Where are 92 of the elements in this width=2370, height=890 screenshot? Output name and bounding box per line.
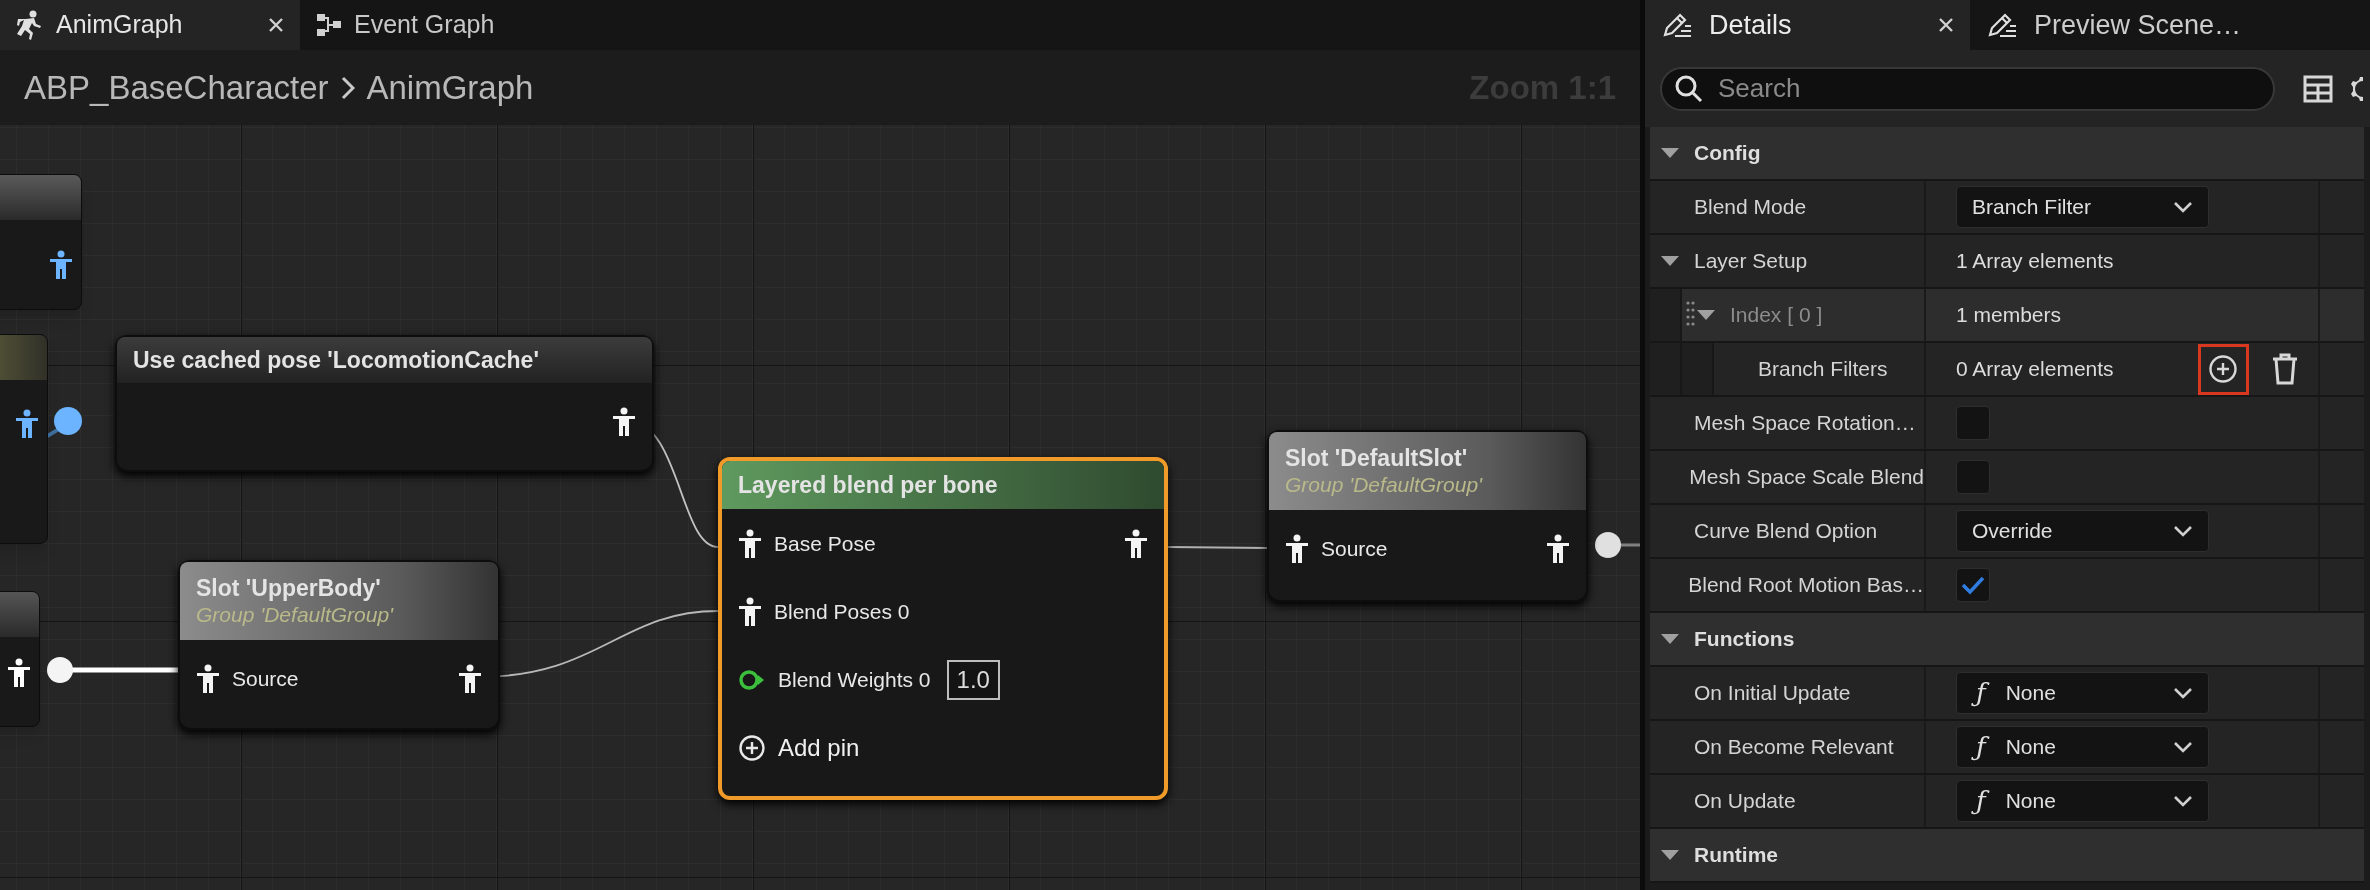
graph-node[interactable]: Layered blend per bone Base Pose Blend Poses 0 Blend Weights 0 1.0 Add pin (718, 457, 1168, 800)
property-label: Index [ 0 ] (1730, 302, 1823, 329)
pose-pin-icon[interactable] (1124, 529, 1148, 559)
editor-tab[interactable]: AnimGraph (0, 0, 300, 50)
graph-node[interactable] (0, 334, 48, 544)
category-header[interactable]: Functions (1650, 613, 2364, 667)
search-icon (1674, 73, 1704, 104)
chevron-right-icon (340, 75, 355, 100)
property-label: Mesh Space Rotation… (1694, 410, 1916, 437)
graph-icon (316, 12, 342, 38)
dropdown[interactable]: ƒ None (1956, 780, 2209, 822)
pose-pin-icon[interactable] (458, 664, 482, 694)
property-label: Layer Setup (1694, 248, 1808, 275)
property-label: Blend Root Motion Bas… (1688, 572, 1924, 599)
table-icon[interactable] (2303, 74, 2333, 103)
close-icon[interactable] (268, 17, 284, 33)
graph-node[interactable]: Use cached pose 'LocomotionCache' (115, 335, 654, 472)
category-header[interactable]: Config (1650, 127, 2364, 181)
pin-connector[interactable] (47, 657, 73, 683)
value-field[interactable]: 1.0 (946, 660, 1000, 700)
property-label: On Initial Update (1694, 680, 1851, 707)
property-label: Curve Blend Option (1694, 518, 1878, 545)
property-label: On Update (1694, 788, 1796, 815)
pose-pin-icon[interactable] (612, 407, 636, 437)
chevron-down-icon (2173, 795, 2193, 807)
breadcrumb-item[interactable]: AnimGraph (366, 62, 534, 113)
pin-label: Blend Poses 0 (774, 599, 910, 626)
node-subtitle: Group 'DefaultGroup' (1285, 472, 1484, 499)
collapse-arrow-icon[interactable] (1660, 147, 1680, 159)
chevron-down-icon (2173, 525, 2193, 537)
wire (1620, 543, 1640, 547)
pin-label: Blend Weights 0 (778, 667, 931, 694)
property-label: Blend Mode (1694, 194, 1807, 221)
node-header (0, 335, 47, 380)
pencil-icon (1986, 11, 2018, 39)
checkbox[interactable] (1956, 460, 1990, 494)
pose-pin-icon[interactable] (49, 250, 73, 280)
node-title: Use cached pose 'LocomotionCache' (133, 345, 540, 375)
running-figure-icon (16, 10, 44, 40)
chevron-down-icon (2173, 687, 2193, 699)
pose-pin-icon[interactable] (196, 664, 220, 694)
function-icon: ƒ (1972, 729, 1990, 765)
pose-pin-icon[interactable] (738, 529, 762, 559)
pose-pin-icon[interactable] (7, 658, 31, 688)
node-title: Slot 'UpperBody' (196, 573, 382, 603)
checkbox[interactable] (1956, 406, 1990, 440)
pose-pin-icon[interactable] (1546, 534, 1570, 564)
pin-connector[interactable] (54, 407, 82, 435)
float-pin-icon[interactable] (738, 669, 766, 691)
pose-pin-icon[interactable] (738, 597, 762, 627)
property-label: Branch Filters (1758, 356, 1888, 383)
property-label: On Become Relevant (1694, 734, 1894, 761)
delete-icon[interactable] (2270, 353, 2299, 385)
pin-connector[interactable] (1595, 532, 1621, 558)
dropdown[interactable]: Override (1956, 510, 2209, 552)
collapse-arrow-icon[interactable] (1660, 255, 1680, 267)
property-value: 1 Array elements (1956, 248, 2114, 275)
add-icon[interactable] (738, 734, 766, 762)
dropdown[interactable]: Branch Filter (1956, 186, 2209, 228)
pin-label: Add pin (778, 733, 860, 763)
chevron-down-icon (2173, 741, 2193, 753)
dropdown[interactable]: ƒ None (1956, 672, 2209, 714)
pin-label: Source (232, 666, 299, 693)
graph-node[interactable] (0, 174, 82, 310)
function-icon: ƒ (1972, 783, 1990, 819)
property-value: 1 members (1956, 302, 2062, 329)
panel-tab[interactable]: Details (1645, 0, 1970, 50)
add-icon (2208, 354, 2239, 384)
chevron-down-icon (2173, 201, 2193, 213)
pose-pin-icon[interactable] (1285, 534, 1309, 564)
graph-node[interactable]: Slot 'DefaultSlot' Group 'DefaultGroup' Source (1267, 430, 1588, 602)
function-icon: ƒ (1972, 675, 1990, 711)
collapse-arrow-icon[interactable] (1696, 309, 1716, 321)
category-header[interactable]: Runtime (1650, 829, 2364, 883)
breadcrumb-item[interactable]: ABP_BaseCharacter (24, 62, 329, 113)
property-value: 0 Array elements (1956, 356, 2114, 383)
node-subtitle: Group 'DefaultGroup' (196, 602, 395, 629)
pin-label: Base Pose (774, 531, 876, 558)
pose-pin-icon[interactable] (15, 409, 39, 439)
graph-node[interactable]: Slot 'UpperBody' Group 'DefaultGroup' Source (178, 560, 500, 730)
checkbox[interactable] (1956, 568, 1990, 602)
add-element-button[interactable] (2197, 343, 2249, 395)
dropdown[interactable]: ƒ None (1956, 726, 2209, 768)
node-title: Layered blend per bone (738, 470, 999, 500)
collapse-arrow-icon[interactable] (1660, 633, 1680, 645)
pin-label: Source (1321, 536, 1388, 563)
collapse-arrow-icon[interactable] (1660, 849, 1680, 861)
pencil-icon (1661, 11, 1693, 39)
node-title: Slot 'DefaultSlot' (1285, 443, 1469, 473)
close-icon[interactable] (1938, 17, 1954, 33)
search-field[interactable]: Search (1660, 66, 2275, 111)
property-label: Mesh Space Scale Blend (1689, 464, 1924, 491)
